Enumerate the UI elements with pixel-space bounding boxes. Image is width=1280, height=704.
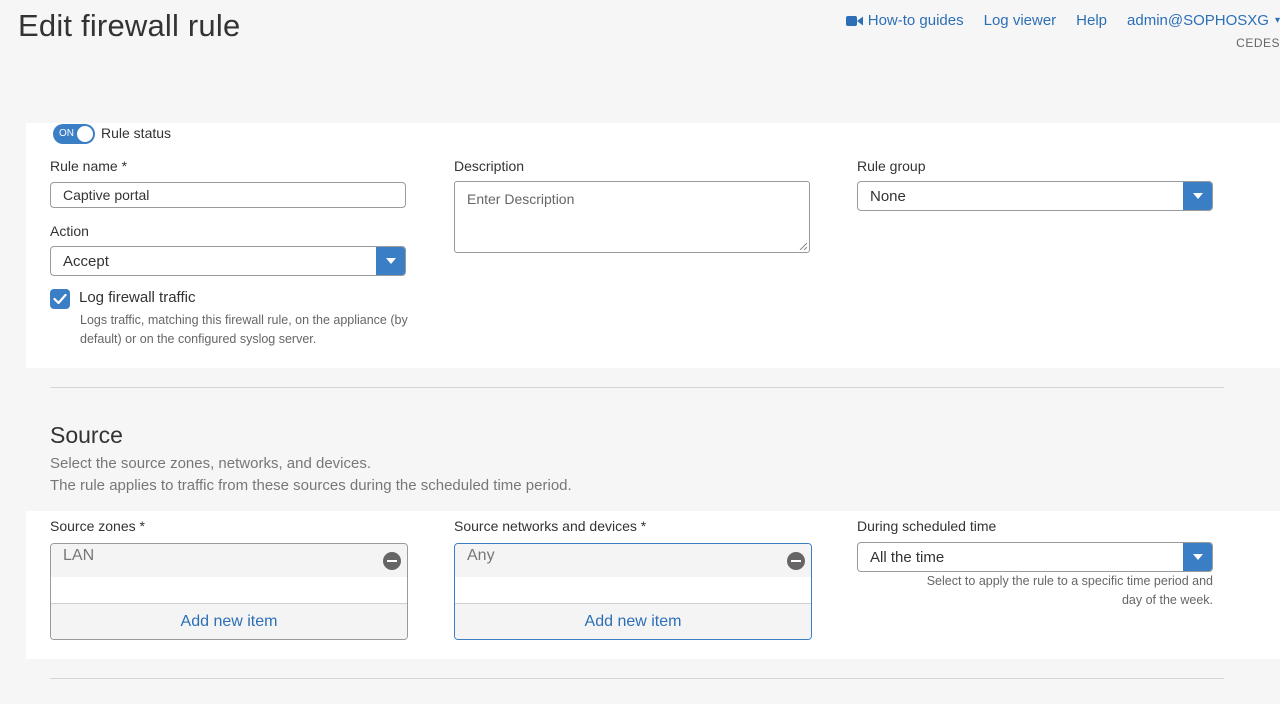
toggle-state-text: ON — [59, 128, 74, 139]
caret-down-icon — [385, 258, 396, 264]
schedule-hint-line-1: Select to apply the rule to a specific t… — [926, 574, 1213, 588]
rule-group-label: Rule group — [857, 158, 926, 174]
source-desc-line-2: The rule applies to traffic from these s… — [50, 477, 572, 494]
resize-grip-icon[interactable] — [799, 242, 807, 250]
section-divider — [50, 387, 1224, 388]
user-name: admin@SOPHOSXG — [1127, 12, 1269, 29]
rule-group-dropdown-button[interactable] — [1183, 182, 1212, 210]
source-zones-list: LAN Add new item — [50, 543, 408, 640]
caret-down-icon — [1192, 554, 1203, 560]
rule-name-label: Rule name * — [50, 158, 128, 174]
list-item: Any — [455, 544, 811, 577]
description-label: Description — [454, 158, 525, 174]
rule-status-label: Rule status — [101, 125, 172, 141]
user-menu-link[interactable]: admin@SOPHOSXG ▾ — [1127, 12, 1280, 29]
description-textarea[interactable]: Enter Description — [454, 181, 810, 253]
log-viewer-link[interactable]: Log viewer — [984, 12, 1057, 29]
log-hint-line-1: Logs traffic, matching this firewall rul… — [80, 313, 408, 327]
remove-icon[interactable] — [383, 552, 401, 570]
add-source-zone-button[interactable]: Add new item — [51, 603, 407, 639]
remove-icon[interactable] — [787, 552, 805, 570]
howto-guides-label: How-to guides — [867, 12, 964, 29]
rule-status-toggle[interactable]: ON — [53, 124, 95, 144]
rule-group-select[interactable]: None — [857, 181, 1213, 211]
action-label: Action — [50, 223, 89, 239]
caret-down-icon — [1192, 193, 1203, 199]
log-traffic-checkbox[interactable] — [50, 289, 70, 309]
schedule-label: During scheduled time — [857, 518, 997, 534]
source-desc-line-1: Select the source zones, networks, and d… — [50, 455, 372, 472]
schedule-hint: Select to apply the rule to a specific t… — [927, 572, 1213, 610]
section-divider — [50, 678, 1224, 679]
checkmark-icon — [53, 293, 67, 305]
appliance-name: CEDES — [1236, 36, 1280, 50]
help-link[interactable]: Help — [1076, 12, 1107, 29]
description-placeholder: Enter Description — [467, 191, 575, 207]
chevron-down-icon: ▾ — [1274, 15, 1280, 26]
action-select[interactable]: Accept — [50, 246, 406, 276]
log-traffic-label: Log firewall traffic — [79, 289, 196, 306]
howto-guides-link[interactable]: How-to guides — [845, 12, 964, 29]
add-source-network-button[interactable]: Add new item — [455, 603, 811, 639]
top-navigation: How-to guides Log viewer Help admin@SOPH… — [826, 12, 1280, 29]
log-traffic-hint: Logs traffic, matching this firewall rul… — [80, 311, 408, 349]
source-networks-list: Any Add new item — [454, 543, 812, 640]
rule-group-value: None — [870, 187, 906, 205]
log-hint-line-2: default) or on the configured syslog ser… — [80, 332, 317, 346]
source-section-title: Source — [50, 422, 123, 448]
source-zones-label: Source zones * — [50, 518, 145, 534]
action-value: Accept — [63, 252, 109, 270]
video-camera-icon — [845, 15, 863, 26]
schedule-dropdown-button[interactable] — [1183, 543, 1212, 571]
source-network-item-label: Any — [467, 547, 495, 564]
toggle-knob — [77, 126, 93, 142]
source-section-description: Select the source zones, networks, and d… — [50, 453, 572, 497]
schedule-select[interactable]: All the time — [857, 542, 1213, 572]
page-title: Edit firewall rule — [18, 8, 241, 43]
source-zone-item-label: LAN — [63, 547, 95, 564]
schedule-hint-line-2: day of the week. — [1121, 593, 1213, 607]
action-dropdown-button[interactable] — [376, 247, 405, 275]
source-networks-label: Source networks and devices * — [454, 518, 647, 534]
schedule-value: All the time — [870, 548, 945, 566]
list-item: LAN — [51, 544, 407, 577]
rule-name-input[interactable]: Captive portal — [50, 182, 406, 208]
rule-name-value: Captive portal — [63, 187, 150, 203]
